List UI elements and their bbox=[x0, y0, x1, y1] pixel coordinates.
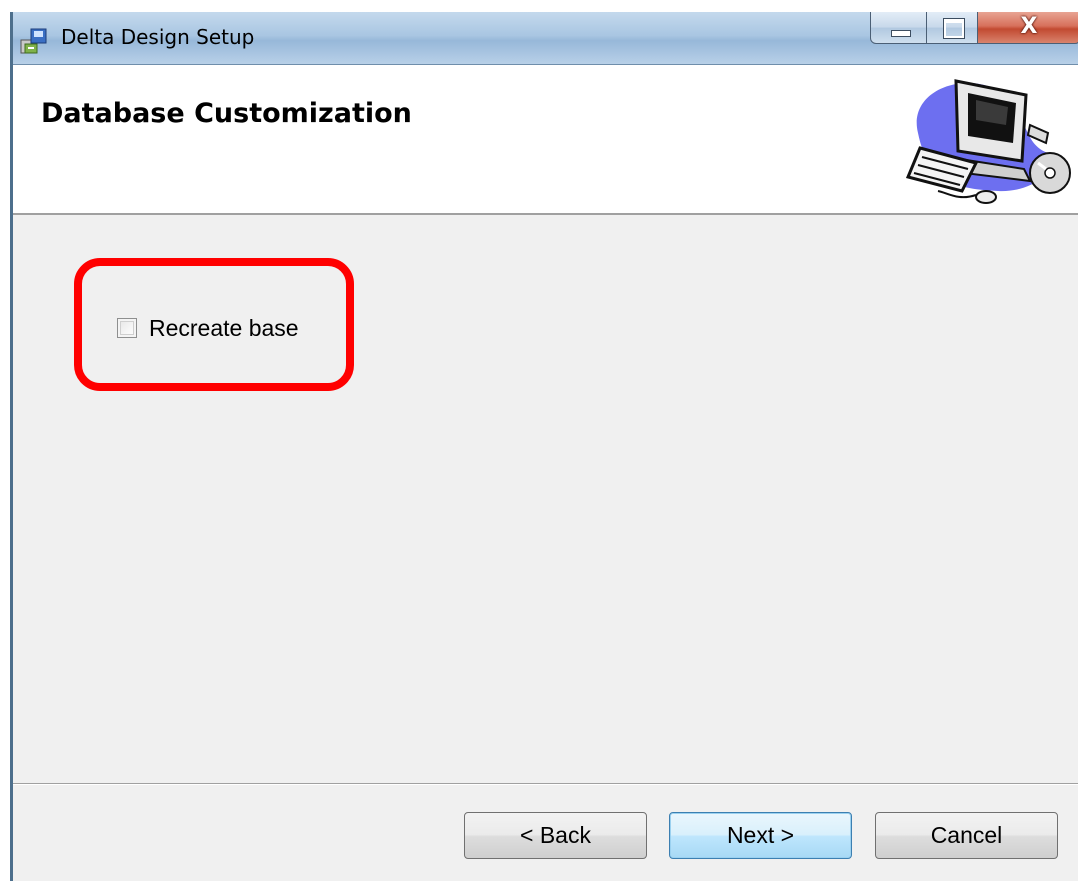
maximize-button[interactable] bbox=[926, 12, 978, 44]
computer-clipart-icon bbox=[905, 79, 1071, 204]
next-button[interactable]: Next > bbox=[669, 812, 852, 859]
page-title: Database Customization bbox=[41, 98, 412, 129]
minimize-icon bbox=[891, 30, 911, 37]
recreate-base-label[interactable]: Recreate base bbox=[149, 315, 299, 342]
installer-app-icon bbox=[20, 28, 47, 54]
header-banner: Database Customization bbox=[13, 65, 1078, 215]
title-bar[interactable]: Delta Design Setup X bbox=[13, 12, 1078, 65]
close-icon: X bbox=[1020, 14, 1038, 39]
back-button[interactable]: < Back bbox=[464, 812, 647, 859]
footer-separator bbox=[13, 783, 1078, 785]
setup-window: Delta Design Setup X Database Customizat… bbox=[10, 12, 1078, 881]
close-button[interactable]: X bbox=[977, 12, 1078, 44]
minimize-button[interactable] bbox=[870, 12, 927, 44]
recreate-base-checkbox[interactable] bbox=[117, 318, 137, 338]
window-title: Delta Design Setup bbox=[61, 25, 255, 49]
maximize-icon bbox=[943, 18, 965, 39]
cancel-button[interactable]: Cancel bbox=[875, 812, 1058, 859]
